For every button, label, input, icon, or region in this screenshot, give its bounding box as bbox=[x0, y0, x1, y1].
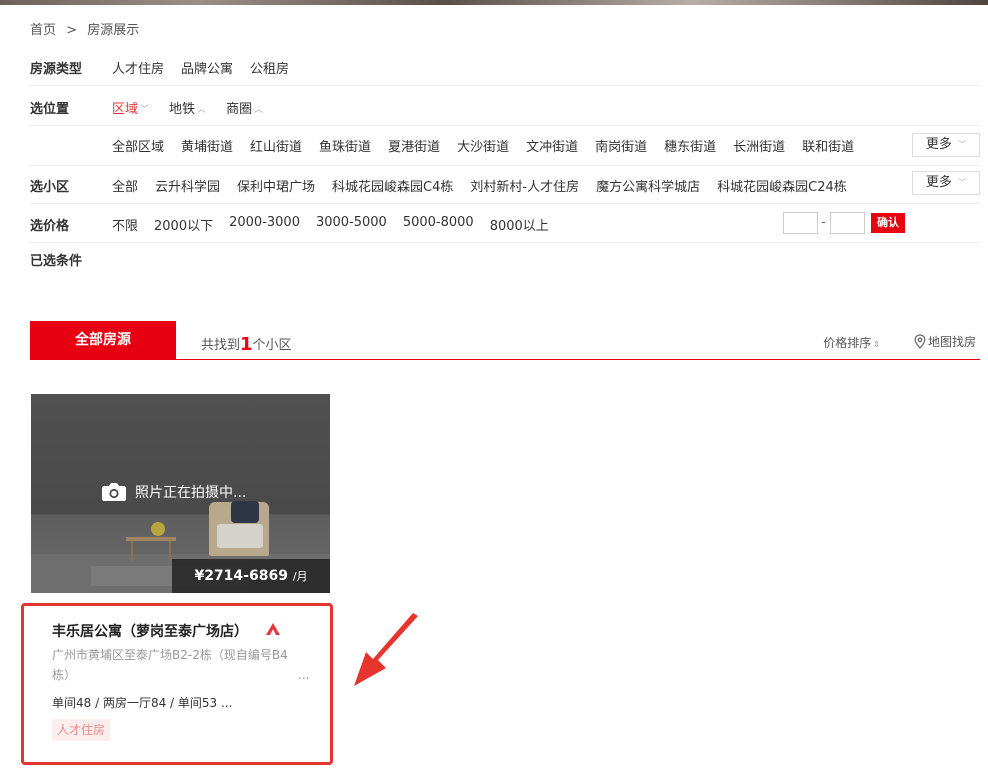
listing-price-unit: /月 bbox=[292, 570, 308, 583]
location-tab-region[interactable]: 区域 ﹀ bbox=[112, 98, 149, 117]
listing-tag: 人才住房 bbox=[52, 719, 111, 741]
house-type-option[interactable]: 人才住房 bbox=[112, 58, 164, 77]
address-line: 广州市黄埔区至泰广场B2-2栋（现自编号B4 bbox=[52, 648, 288, 662]
address-ellipsis: ... bbox=[298, 668, 310, 682]
camera-icon bbox=[102, 483, 126, 501]
listing-price-tag: ¥2714-6869 /月 bbox=[172, 559, 330, 593]
listing-address: 广州市黄埔区至泰广场B2-2栋（现自编号B4 栋） bbox=[52, 645, 312, 685]
location-tab-business[interactable]: 商圈 ︿ bbox=[226, 98, 263, 117]
photo-armchair-seat bbox=[217, 524, 263, 548]
photo-table-leg bbox=[169, 541, 171, 561]
price-option[interactable]: 2000-3000 bbox=[229, 215, 300, 234]
chevron-down-icon: ﹀ bbox=[140, 105, 150, 115]
listing-price: ¥2714-6869 bbox=[194, 568, 288, 584]
region-option[interactable]: 联和街道 bbox=[802, 136, 854, 155]
price-confirm-button[interactable]: 确认 bbox=[871, 213, 905, 233]
region-option[interactable]: 红山街道 bbox=[250, 136, 302, 155]
region-option[interactable]: 鱼珠街道 bbox=[319, 136, 371, 155]
filter-label-house-type: 房源类型 bbox=[30, 62, 83, 77]
region-option[interactable]: 大沙街道 bbox=[457, 136, 509, 155]
photo-pillow bbox=[231, 501, 259, 523]
results-count-text: 共找到1个小区 bbox=[201, 333, 292, 355]
listing-room-types: 单间48 / 两房一厅84 / 单间53 ... bbox=[52, 696, 233, 710]
listing-card-body[interactable]: 丰乐居公寓（萝岗至泰广场店） 广州市黄埔区至泰广场B2-2栋（现自编号B4 栋）… bbox=[21, 603, 333, 765]
location-tab-label: 区域 bbox=[112, 102, 139, 117]
found-suffix: 个小区 bbox=[252, 338, 292, 353]
filter-row-house-type: 房源类型 人才住房 品牌公寓 公租房 bbox=[30, 46, 980, 86]
region-option[interactable]: 黄埔街道 bbox=[181, 136, 233, 155]
community-option[interactable]: 刘村新村-人才住房 bbox=[470, 176, 579, 195]
photo-table-leg bbox=[131, 541, 133, 561]
region-option[interactable]: 文冲街道 bbox=[526, 136, 578, 155]
map-search-button[interactable]: 地图找房 bbox=[914, 333, 976, 350]
map-label: 地图找房 bbox=[927, 335, 976, 349]
filter-label-location: 选位置 bbox=[30, 102, 70, 117]
price-option[interactable]: 8000以上 bbox=[490, 215, 549, 234]
more-label: 更多 bbox=[925, 137, 952, 152]
filter-label-price: 选价格 bbox=[30, 219, 70, 234]
house-type-option[interactable]: 品牌公寓 bbox=[181, 58, 233, 77]
community-option[interactable]: 科城花园峻森园C4栋 bbox=[332, 176, 453, 195]
photo-pending-notice: 照片正在拍摄中... bbox=[101, 482, 246, 502]
location-tab-label: 地铁 bbox=[169, 102, 196, 117]
price-option[interactable]: 3000-5000 bbox=[316, 215, 387, 234]
community-option[interactable]: 科城花园峻森园C24栋 bbox=[717, 176, 847, 195]
location-tab-label: 商圈 bbox=[226, 102, 253, 117]
region-option[interactable]: 南岗街道 bbox=[595, 136, 647, 155]
price-min-input[interactable] bbox=[783, 212, 818, 234]
found-count: 1 bbox=[240, 334, 253, 355]
region-option[interactable]: 穗东街道 bbox=[664, 136, 716, 155]
chevron-up-icon: ︿ bbox=[254, 105, 264, 115]
location-pin-icon bbox=[914, 334, 926, 349]
chevron-up-icon: ︿ bbox=[197, 105, 207, 115]
listing-photo[interactable]: 照片正在拍摄中... ¥2714-6869 /月 bbox=[31, 394, 330, 593]
sort-arrows-icon: ⇕ bbox=[873, 340, 880, 349]
price-range-dash: - bbox=[821, 215, 826, 230]
community-option[interactable]: 云升科学园 bbox=[155, 176, 220, 195]
community-option[interactable]: 全部 bbox=[112, 176, 138, 195]
price-option[interactable]: 5000-8000 bbox=[403, 215, 474, 234]
price-sort-button[interactable]: 价格排序 ⇕ bbox=[823, 334, 880, 351]
location-tab-metro[interactable]: 地铁 ︿ bbox=[169, 98, 206, 117]
annotation-arrow-icon bbox=[354, 613, 418, 686]
filter-label-selected: 已选条件 bbox=[30, 254, 83, 269]
community-option[interactable]: 魔方公寓科学城店 bbox=[596, 176, 700, 195]
breadcrumb: 首页 > 房源展示 bbox=[30, 19, 145, 38]
filter-row-region: 全部区域 黄埔街道 红山街道 鱼珠街道 夏港街道 大沙街道 文冲街道 南岗街道 … bbox=[30, 126, 980, 166]
photo-notice-text: 照片正在拍摄中... bbox=[135, 485, 247, 501]
listing-title[interactable]: 丰乐居公寓（萝岗至泰广场店） bbox=[52, 621, 248, 641]
filter-label-community: 选小区 bbox=[30, 180, 70, 195]
filter-row-location: 选位置 区域 ﹀ 地铁 ︿ 商圈 ︿ bbox=[30, 86, 980, 126]
region-more-button[interactable]: 更多 ﹀ bbox=[912, 133, 980, 157]
found-prefix: 共找到 bbox=[201, 338, 241, 353]
chevron-down-icon: ﹀ bbox=[958, 140, 967, 149]
house-type-option[interactable]: 公租房 bbox=[250, 58, 289, 77]
price-max-input[interactable] bbox=[830, 212, 865, 234]
more-label: 更多 bbox=[925, 175, 952, 190]
sort-label: 价格排序 bbox=[823, 336, 872, 350]
chevron-down-icon: ﹀ bbox=[958, 178, 967, 187]
address-line: 栋） bbox=[52, 668, 77, 682]
filter-row-selected: 已选条件 bbox=[30, 242, 980, 282]
brand-logo-icon bbox=[266, 623, 280, 635]
top-banner-strip bbox=[0, 0, 988, 5]
region-option[interactable]: 全部区域 bbox=[112, 136, 164, 155]
price-option[interactable]: 2000以下 bbox=[154, 215, 213, 234]
tab-all-listings[interactable]: 全部房源 bbox=[30, 321, 176, 360]
filter-row-community: 选小区 全部 云升科学园 保利中珺广场 科城花园峻森园C4栋 刘村新村-人才住房… bbox=[30, 164, 980, 204]
photo-plant bbox=[151, 522, 165, 536]
breadcrumb-current: 房源展示 bbox=[87, 23, 140, 38]
region-option[interactable]: 长洲街道 bbox=[733, 136, 785, 155]
community-option[interactable]: 保利中珺广场 bbox=[237, 176, 315, 195]
breadcrumb-separator: > bbox=[66, 23, 78, 38]
filter-row-price: 选价格 不限 2000以下 2000-3000 3000-5000 5000-8… bbox=[30, 203, 980, 243]
community-more-button[interactable]: 更多 ﹀ bbox=[912, 171, 980, 195]
price-option[interactable]: 不限 bbox=[112, 215, 138, 234]
breadcrumb-home[interactable]: 首页 bbox=[30, 23, 56, 38]
results-tabbar: 全部房源 共找到1个小区 价格排序 ⇕ 地图找房 bbox=[30, 321, 980, 360]
region-option[interactable]: 夏港街道 bbox=[388, 136, 440, 155]
